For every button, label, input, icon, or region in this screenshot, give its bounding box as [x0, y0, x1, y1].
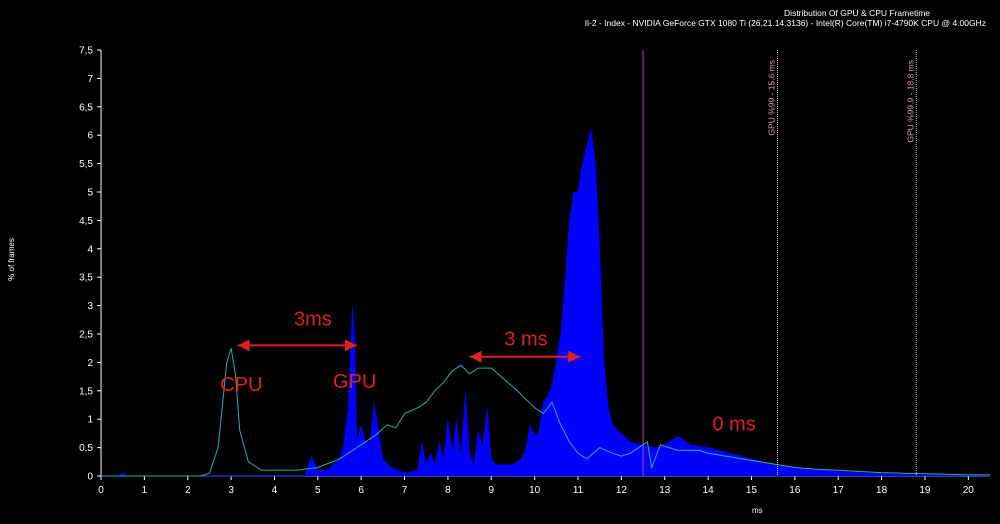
- x-tick-label: 5: [315, 485, 321, 496]
- x-tick-label: 16: [789, 485, 801, 496]
- x-tick-label: 11: [573, 485, 584, 496]
- x-tick-label: 19: [919, 485, 931, 496]
- x-tick-label: 13: [659, 485, 671, 496]
- y-tick-label: 7: [87, 74, 93, 85]
- vline-label: GPU %99 - 15.6 ms: [767, 60, 777, 136]
- y-tick-label: 6,5: [79, 102, 93, 113]
- y-tick-label: 0: [87, 472, 93, 483]
- y-tick-label: 3: [87, 301, 93, 312]
- x-tick-label: 1: [142, 485, 148, 496]
- vline-label: GPU %99.9 - 18.8 ms: [905, 60, 915, 143]
- x-tick-label: 6: [358, 485, 364, 496]
- frametime-chart: 00,511,522,533,544,555,566,577,50 1 2 3 4 5 6 7…: [79, 46, 991, 496]
- annotation-label: CPU: [220, 374, 262, 396]
- x-tick-label: 3: [228, 485, 234, 496]
- x-tick-label: 2: [185, 485, 191, 496]
- y-tick-label: 4: [87, 244, 93, 255]
- x-tick-label: 4: [272, 485, 278, 496]
- annotation-label: 3 ms: [504, 328, 547, 350]
- y-tick-label: 6: [87, 131, 93, 142]
- x-tick-label: 7: [402, 485, 408, 496]
- y-tick-label: 2: [87, 358, 93, 369]
- y-tick-label: 5: [87, 188, 93, 199]
- x-tick-label: 9: [489, 485, 495, 496]
- y-tick-label: 0,5: [79, 443, 93, 454]
- x-tick-label: 15: [746, 485, 758, 496]
- annotation-label: 0 ms: [712, 414, 755, 436]
- y-tick-label: 3,5: [79, 273, 93, 284]
- arrow-head-left: [237, 339, 250, 352]
- y-tick-label: 5,5: [79, 159, 93, 170]
- x-tick-label: 0: [98, 485, 104, 496]
- y-tick-label: 1,5: [79, 386, 93, 397]
- y-tick-label: 2,5: [79, 330, 93, 341]
- annotation-label: 3ms: [294, 308, 332, 330]
- x-tick-label: 10: [529, 485, 541, 496]
- gpu-series-area: [101, 129, 991, 477]
- x-tick-label: 12: [616, 485, 628, 496]
- arrow-head-left: [469, 350, 482, 363]
- annotation-label: GPU: [333, 371, 376, 393]
- y-tick-label: 4,5: [79, 216, 93, 227]
- x-tick-label: 8: [445, 485, 451, 496]
- x-tick-label: 14: [703, 485, 715, 496]
- x-tick-label: 20: [963, 485, 975, 496]
- y-tick-label: 7,5: [79, 46, 93, 57]
- y-tick-label: 1: [87, 415, 93, 426]
- x-tick-label: 17: [833, 485, 845, 496]
- x-tick-label: 18: [876, 485, 888, 496]
